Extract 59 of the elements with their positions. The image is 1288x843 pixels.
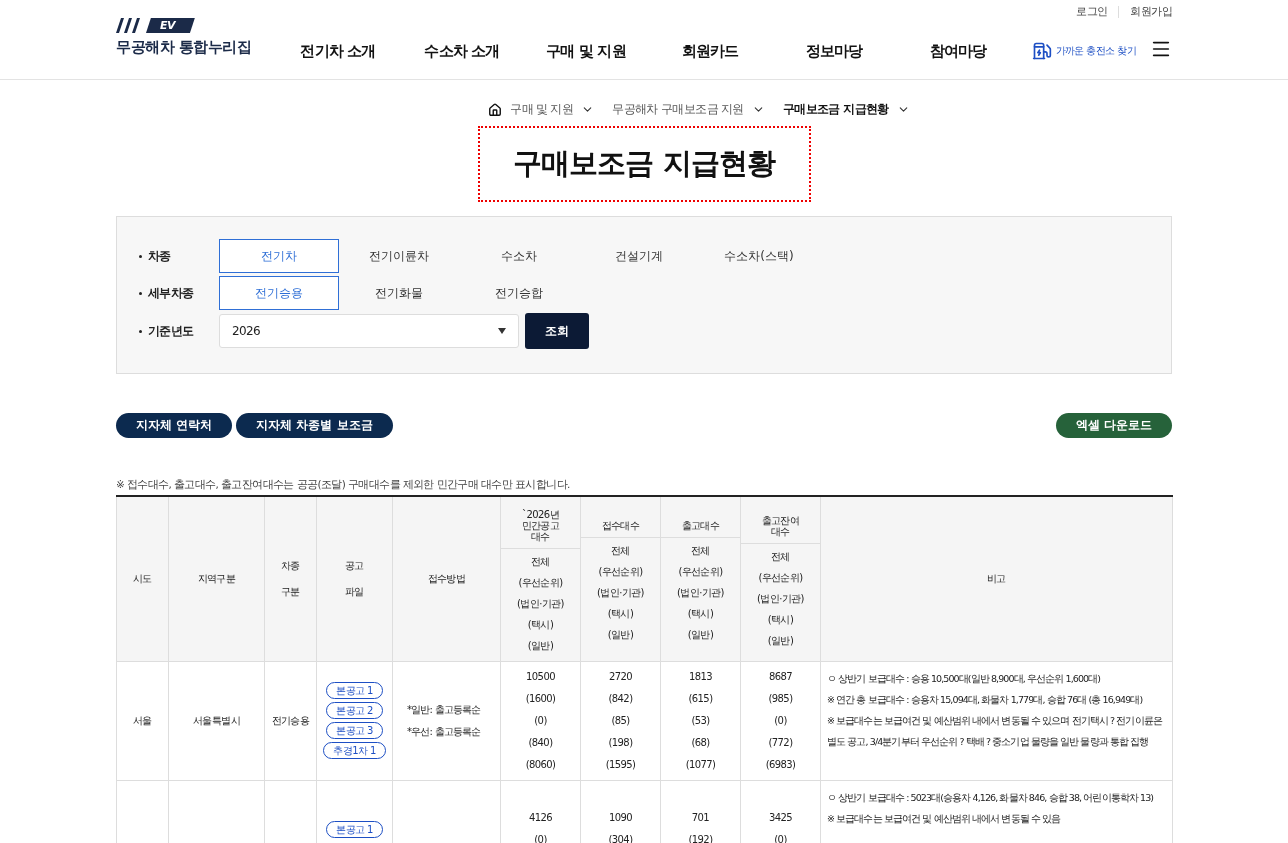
nav-item[interactable]: 회원카드	[648, 42, 772, 61]
column-header: `2026년 민간공고 대수 전체 (우선순위) (법인·기관) (택시) (일반)	[500, 496, 581, 661]
notice-text: ※ 접수대수, 출고대수, 출고잔여대수는 공공(조달) 구매대수를 제외한 민간구매 대수만 표시합니다.	[116, 478, 571, 492]
table-cell: 2720 (842) (85) (198) (1595)	[580, 661, 661, 780]
filter-option[interactable]: 전기승합	[459, 276, 579, 310]
breadcrumb-link[interactable]: 무공해차 구매보조금 지원	[612, 102, 765, 117]
notice-file-link[interactable]: 추경1차 1	[323, 742, 386, 759]
table-cell: ㅇ 상반기 보급대수 : 승용 10,500대(일반 8,900대, 우선순위 1,600대) ※ 연간 총 보급대수 : 승용차 15,094대, 화물차 1,779대, 승합 76대 (총 16,949대) ※ 보급대수는 보급여건 및 예산범위 내에서 변동될 수 있으며 전기택시 ? 전기이륜은 별도 공고, 3/4분기부터 우선순위 ? 택배 ? 중소기업 물량을 일반 물량과 통합 집행	[820, 661, 1173, 780]
table-cell: 8687 (985) (0) (772) (6983)	[740, 661, 821, 780]
filter-option[interactable]: 수소차	[459, 239, 579, 273]
table-cell: 서울	[116, 661, 169, 780]
filter-option[interactable]: 전기이륜차	[339, 239, 459, 273]
site-name[interactable]: 무공해차 통합누리집	[116, 38, 252, 57]
column-header: 출고잔여 대수 전체 (우선순위) (법인·기관) (택시) (일반)	[740, 496, 821, 661]
notice-file-link[interactable]: 본공고 1	[326, 682, 383, 699]
column-header: 출고대수 전체 (우선순위) (법인·기관) (택시) (일반)	[660, 496, 741, 661]
table-cell: 1813 (615) (53) (68) (1077)	[660, 661, 741, 780]
util-link[interactable]: 로그인	[1065, 6, 1119, 18]
table-cell: *일반: 출고등록순 *우선: 출고등록순	[392, 661, 501, 780]
filter-option[interactable]: 전기차	[219, 239, 339, 273]
filter-option[interactable]: 전기화물	[339, 276, 459, 310]
logo-badge[interactable]: EV	[146, 18, 195, 33]
caret-icon	[498, 328, 506, 334]
column-header: 접수대수 전체 (우선순위) (법인·기관) (택시) (일반)	[580, 496, 661, 661]
filter-label: 기준년도	[139, 322, 219, 340]
filter-option[interactable]: 건설기계	[579, 239, 699, 273]
breadcrumb-link[interactable]: 구매 및 지원	[510, 102, 595, 117]
action-button[interactable]: 지자체 차종별 보조금	[236, 413, 393, 438]
column-header: 비고	[820, 496, 1173, 661]
charger-icon	[1031, 41, 1052, 61]
column-header: 시도	[116, 496, 169, 661]
page-title: 구매보조금 지급현황	[477, 126, 811, 202]
notice-file-link[interactable]: 본공고 3	[326, 722, 383, 739]
util-link[interactable]: 회원가입	[1118, 6, 1172, 18]
notice-file-link[interactable]: 본공고 2	[326, 702, 383, 719]
column-header: 접수방법	[392, 496, 501, 661]
filter-label: 세부차종	[139, 284, 219, 302]
action-button[interactable]: 지자체 연락처	[116, 413, 233, 438]
notice-file-link[interactable]: 본공고 1	[326, 820, 383, 838]
table-cell: 서울특별시	[168, 661, 265, 780]
nav-item[interactable]: 참여마당	[896, 42, 1020, 61]
filter-option[interactable]: 수소차(스택)	[699, 239, 819, 273]
year-select[interactable]: 2026	[219, 314, 519, 348]
charger-link[interactable]: 가까운 충전소 찾기	[1031, 41, 1136, 61]
nav-item[interactable]: 구매 및 지원	[524, 42, 648, 61]
filter-option[interactable]: 전기승용	[219, 276, 339, 310]
column-header: 공고 파일	[316, 496, 393, 661]
breadcrumb-link[interactable]: 구매보조금 지급현황	[782, 102, 910, 117]
table-cell: 10500 (1600) (0) (840) (8060)	[500, 661, 581, 780]
excel-download-button[interactable]: 엑셀 다운로드	[1055, 413, 1172, 438]
table-cell: 전기승용	[264, 661, 317, 780]
column-header: 차종 구분	[264, 496, 317, 661]
search-button[interactable]: 조회	[525, 313, 589, 349]
filter-label: 차종	[139, 247, 219, 265]
column-header: 지역구분	[168, 496, 265, 661]
nav-item[interactable]: 수소차 소개	[400, 42, 524, 61]
home-icon[interactable]	[488, 102, 503, 117]
nav-item[interactable]: 정보마당	[772, 42, 896, 61]
nav-item[interactable]: 전기차 소개	[276, 42, 400, 61]
